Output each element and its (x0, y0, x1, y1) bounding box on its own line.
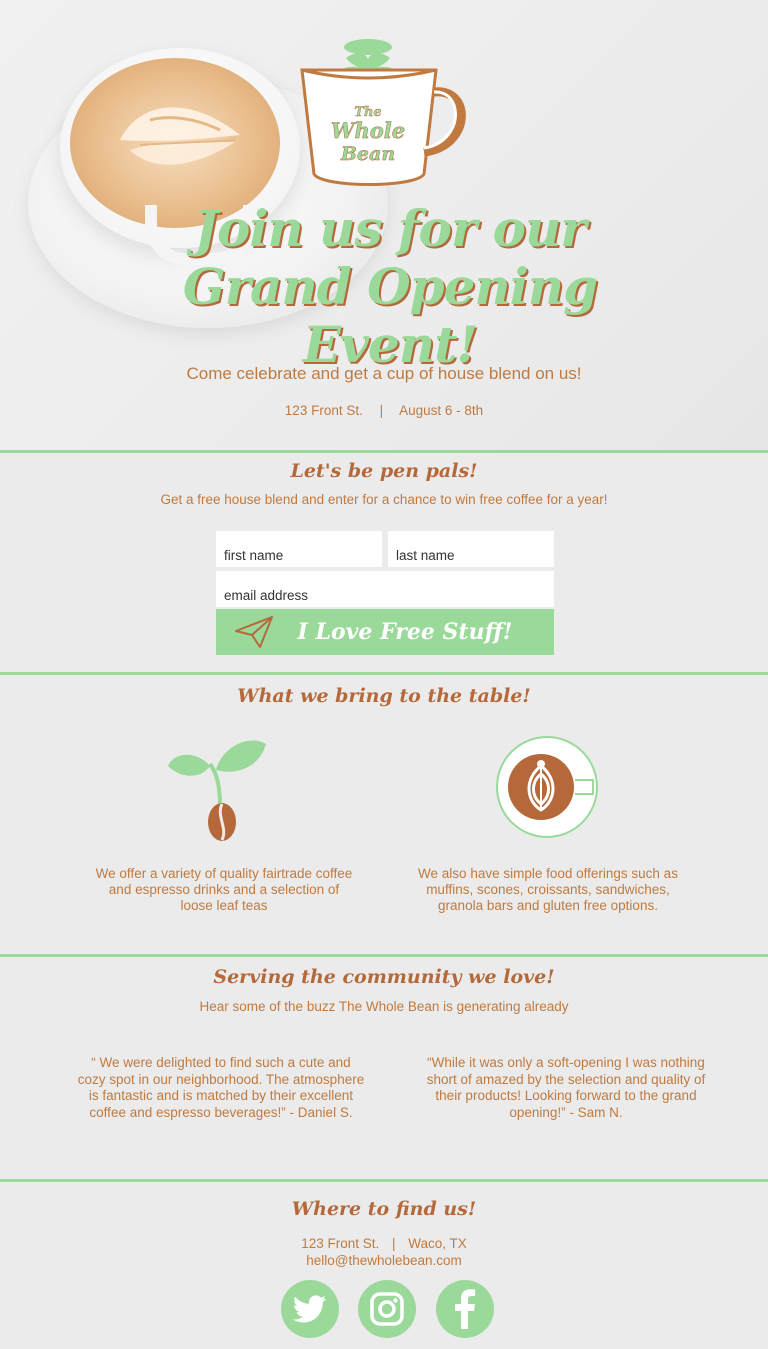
feature-food-text: We also have simple food offerings such … (418, 866, 678, 913)
section-divider (0, 954, 768, 957)
coffee-bean-sprout-icon (168, 740, 266, 841)
testimonial-quote: “While it was only a soft-opening I was … (426, 1055, 706, 1120)
twitter-icon (293, 1295, 326, 1323)
submit-button-label: I Love Free Stuff! (297, 619, 513, 645)
facebook-icon (455, 1289, 476, 1329)
footer-location: 123 Front St. | Waco, TX (0, 1236, 768, 1251)
paper-plane-icon (235, 616, 273, 648)
facebook-button[interactable] (436, 1280, 494, 1338)
hero-banner: The Whole Bean Join us for our Grand Ope… (0, 0, 768, 450)
testimonials-subheading: Hear some of the buzz The Whole Bean is … (199, 999, 569, 1014)
submit-button[interactable]: I Love Free Stuff! (216, 609, 554, 655)
latte-art-icon (120, 107, 240, 165)
hero-title: Join us for our Grand Opening Event! (130, 200, 650, 374)
section-divider (0, 672, 768, 675)
instagram-icon (370, 1292, 404, 1326)
footer-address: 123 Front St. (301, 1236, 380, 1251)
hero-separator: | (379, 403, 384, 418)
testimonial-quote: “ We were delighted to find such a cute … (77, 1055, 365, 1120)
hero-title-line-1: Join us for our (194, 199, 586, 258)
footer-email-link[interactable]: hello@thewholebean.com (0, 1253, 768, 1268)
latte-cup-icon (496, 736, 598, 838)
features-heading: What we bring to the table! (237, 685, 531, 707)
first-name-input[interactable] (216, 531, 382, 567)
section-divider (0, 1179, 768, 1182)
hero-event-info: 123 Front St. | August 6 - 8th (0, 403, 768, 418)
hero-subtitle: Come celebrate and get a cup of house bl… (186, 364, 582, 383)
footer-heading: Where to find us! (291, 1198, 477, 1220)
testimonials-heading: Serving the community we love! (213, 966, 555, 988)
instagram-button[interactable] (358, 1280, 416, 1338)
footer-separator: | (392, 1236, 396, 1251)
svg-text:Whole: Whole (331, 118, 405, 143)
twitter-button[interactable] (281, 1280, 339, 1338)
footer-city: Waco, TX (408, 1236, 467, 1251)
hero-dates: August 6 - 8th (399, 403, 484, 418)
signup-description: Get a free house blend and enter for a c… (160, 492, 608, 507)
svg-text:Bean: Bean (340, 143, 395, 165)
email-input[interactable] (216, 571, 554, 607)
hero-title-line-2: Grand Opening Event! (182, 257, 598, 374)
the-whole-bean-logo: The Whole Bean (300, 39, 466, 186)
section-divider (0, 450, 768, 453)
hero-address: 123 Front St. (284, 403, 363, 418)
signup-heading: Let's be pen pals! (290, 460, 478, 482)
last-name-input[interactable] (388, 531, 554, 567)
feature-coffee-text: We offer a variety of quality fairtrade … (95, 866, 353, 913)
